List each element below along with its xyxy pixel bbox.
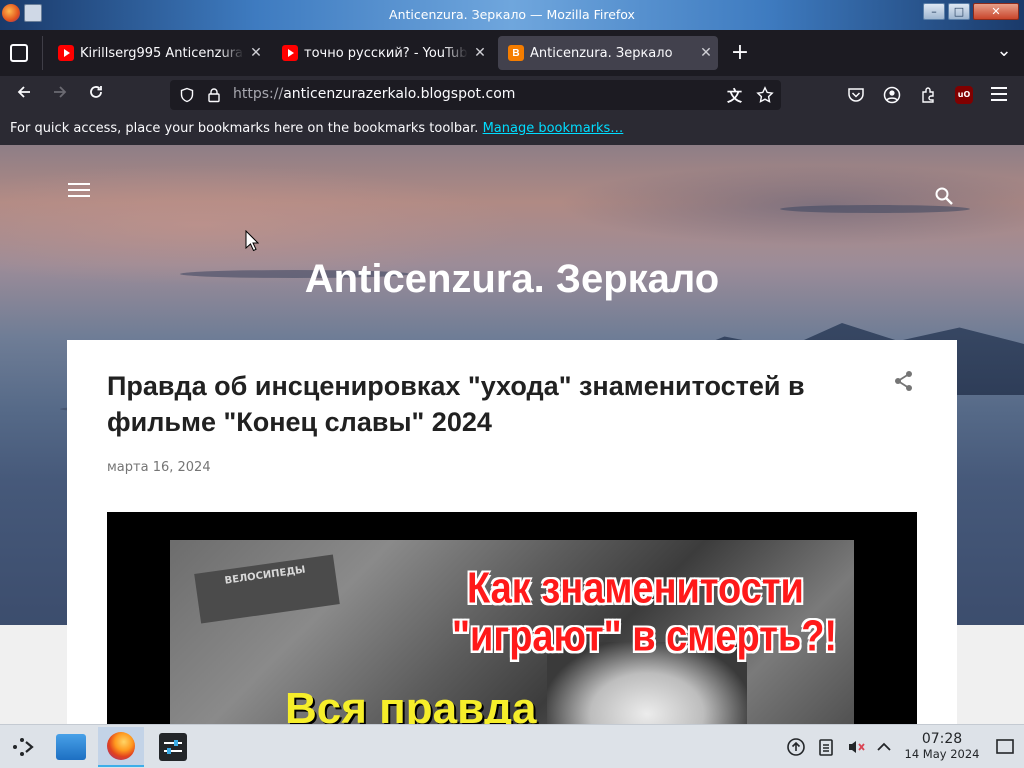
tab-kirillserg[interactable]: Kirillserg995 Anticenzura ✕ xyxy=(48,36,268,70)
search-icon[interactable] xyxy=(934,186,954,206)
arrow-left-icon xyxy=(17,86,30,98)
folder-icon xyxy=(56,734,86,760)
clipboard-icon[interactable] xyxy=(816,737,836,757)
manage-bookmarks-link[interactable]: Manage bookmarks… xyxy=(483,121,624,136)
volume-muted-icon[interactable] xyxy=(846,737,866,757)
close-window-button[interactable]: ✕ xyxy=(973,3,1019,20)
window-titlebar: Anticenzura. Зеркало — Mozilla Firefox –… xyxy=(0,0,1024,30)
extensions-icon[interactable] xyxy=(919,86,937,104)
mouse-cursor-icon xyxy=(245,230,259,252)
minimize-button[interactable]: – xyxy=(923,3,945,20)
reload-button[interactable] xyxy=(83,83,109,107)
url-text[interactable]: https://anticenzurazerkalo.blogspot.com xyxy=(233,86,515,102)
ublock-icon[interactable]: uO xyxy=(955,86,973,104)
forward-button[interactable] xyxy=(47,83,73,107)
tab-label: точно русский? - YouTube xyxy=(304,45,468,61)
app-launcher-button[interactable] xyxy=(0,727,46,767)
post-title[interactable]: Правда об инсценировках "ухода" знаменит… xyxy=(107,368,837,440)
taskbar-file-manager[interactable] xyxy=(48,727,94,767)
star-icon[interactable] xyxy=(756,86,774,104)
arrow-right-icon xyxy=(54,86,67,98)
url-scheme: https:// xyxy=(233,86,284,102)
navigation-toolbar: https://anticenzurazerkalo.blogspot.com … xyxy=(0,76,1024,114)
translate-icon[interactable]: 文 xyxy=(727,85,742,106)
youtube-icon xyxy=(58,45,74,61)
blogger-icon xyxy=(508,45,524,61)
shield-icon[interactable] xyxy=(179,87,195,103)
launcher-icon xyxy=(13,738,34,756)
post-date: марта 16, 2024 xyxy=(107,460,211,475)
bookmarks-hint: For quick access, place your bookmarks h… xyxy=(10,121,479,136)
new-tab-button[interactable]: + xyxy=(728,42,752,66)
post-card: Правда об инсценировках "ухода" знаменит… xyxy=(67,340,957,724)
image-headline-2: "играют" в смерть?! xyxy=(452,612,838,662)
cloud-shape xyxy=(780,205,970,213)
tab-anticenzura[interactable]: Anticenzura. Зеркало ✕ xyxy=(498,36,718,70)
blog-menu-button[interactable] xyxy=(68,183,90,199)
list-all-tabs-button[interactable]: ⌄ xyxy=(992,40,1016,64)
blog-title[interactable]: Anticenzura. Зеркало xyxy=(0,257,1024,302)
clock[interactable]: 07:28 14 May 2024 xyxy=(898,731,986,761)
firefox-icon xyxy=(107,732,135,760)
back-button[interactable] xyxy=(11,83,37,107)
close-tab-icon[interactable]: ✕ xyxy=(694,45,718,61)
show-desktop-icon[interactable] xyxy=(995,737,1015,757)
pocket-icon[interactable] xyxy=(847,87,865,103)
firefox-view-icon[interactable] xyxy=(10,44,28,62)
url-host: anticenzurazerkalo.blogspot.com xyxy=(283,86,516,102)
post-image[interactable]: ВЕЛОСИПЕДЫ Как знаменитости "играют" в с… xyxy=(107,512,917,724)
tab-label: Anticenzura. Зеркало xyxy=(530,45,673,61)
clock-time: 07:28 xyxy=(921,731,963,747)
bookmarks-toolbar: For quick access, place your bookmarks h… xyxy=(0,114,1024,145)
close-tab-icon[interactable]: ✕ xyxy=(244,45,268,61)
account-icon[interactable] xyxy=(883,86,901,104)
lock-icon[interactable] xyxy=(206,87,222,103)
reload-icon xyxy=(90,86,102,98)
chevron-up-icon[interactable] xyxy=(874,737,894,757)
image-headline-1: Как знаменитости xyxy=(467,564,804,614)
taskbar-settings[interactable] xyxy=(150,727,196,767)
tab-tochno-russkiy[interactable]: точно русский? - YouTube ✕ xyxy=(272,36,492,70)
share-icon[interactable] xyxy=(893,370,915,392)
clock-date: 14 May 2024 xyxy=(904,747,980,761)
tab-divider xyxy=(42,36,43,70)
window-title: Anticenzura. Зеркало — Mozilla Firefox xyxy=(389,7,635,22)
image-yellow-caption: Вся правда xyxy=(285,684,537,724)
maximize-button[interactable]: □ xyxy=(948,3,970,20)
youtube-icon xyxy=(282,45,298,61)
tab-label: Kirillserg995 Anticenzura xyxy=(80,45,244,61)
taskbar: 07:28 14 May 2024 xyxy=(0,724,1024,768)
tab-strip: Kirillserg995 Anticenzura ✕ точно русски… xyxy=(0,30,1024,76)
close-tab-icon[interactable]: ✕ xyxy=(468,45,492,61)
page-content: Anticenzura. Зеркало Правда об инсцениро… xyxy=(0,145,1024,724)
update-icon[interactable] xyxy=(786,737,806,757)
url-bar[interactable]: https://anticenzurazerkalo.blogspot.com … xyxy=(170,80,781,110)
taskbar-firefox[interactable] xyxy=(98,727,144,767)
app-menu-button[interactable] xyxy=(991,87,1007,101)
settings-icon xyxy=(159,733,187,761)
